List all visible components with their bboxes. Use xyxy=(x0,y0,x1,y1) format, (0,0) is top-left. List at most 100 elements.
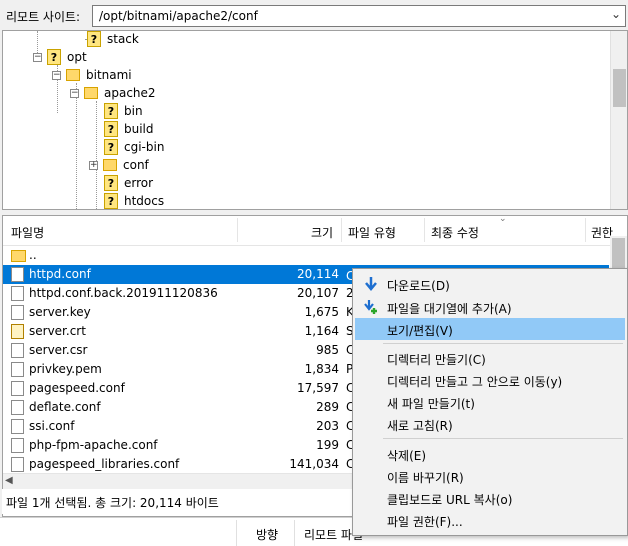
file-name: php-fpm-apache.conf xyxy=(29,438,158,452)
scroll-left-icon[interactable]: ◀ xyxy=(5,475,13,486)
file-icon xyxy=(11,362,24,377)
menu-item-refresh[interactable]: 새로 고침(R) xyxy=(355,413,625,435)
file-row[interactable]: .. xyxy=(3,246,609,265)
file-icon xyxy=(11,400,24,415)
question-folder-icon: ? xyxy=(104,139,118,155)
tree-item-htdocs[interactable]: ? htdocs xyxy=(104,192,165,209)
menu-item-delete[interactable]: 삭제(E) xyxy=(355,443,625,465)
tree-item-label: stack xyxy=(107,32,139,46)
file-size: 203 xyxy=(316,419,339,433)
menu-item-add-to-queue[interactable]: 파일을 대기열에 추가(A) xyxy=(355,296,625,318)
column-header-name[interactable]: 파일명 xyxy=(11,224,44,241)
collapse-icon[interactable]: − xyxy=(52,70,61,80)
tree-item-error[interactable]: ? error xyxy=(104,174,153,192)
tree-item-label: build xyxy=(124,122,154,136)
menu-separator xyxy=(383,438,623,439)
file-name: pagespeed_libraries.conf xyxy=(29,457,180,471)
tree-item-label: opt xyxy=(67,50,87,64)
tree-item-label: error xyxy=(124,176,154,190)
menu-item-file-permissions[interactable]: 파일 권한(F)... xyxy=(355,509,625,531)
file-icon xyxy=(11,457,24,472)
tree-item-label: conf xyxy=(123,158,149,172)
question-folder-icon: ? xyxy=(104,175,118,191)
tree-item-build[interactable]: ? build xyxy=(104,120,154,138)
collapse-icon[interactable]: − xyxy=(70,88,79,98)
folder-icon xyxy=(66,69,80,81)
menu-item-copy-url[interactable]: 클립보드로 URL 복사(o) xyxy=(355,487,625,509)
scrollbar-thumb[interactable] xyxy=(613,69,626,107)
file-name: ssi.conf xyxy=(29,419,75,433)
question-folder-icon: ? xyxy=(104,121,118,137)
menu-item-create-file[interactable]: 새 파일 만들기(t) xyxy=(355,391,625,413)
file-icon xyxy=(11,419,24,434)
download-icon xyxy=(365,277,377,291)
question-folder-icon: ? xyxy=(104,193,118,209)
file-icon xyxy=(11,381,24,396)
file-icon xyxy=(11,305,24,320)
file-size: 1,834 xyxy=(304,362,339,376)
menu-item-rename[interactable]: 이름 바꾸기(R) xyxy=(355,465,625,487)
expand-icon[interactable]: + xyxy=(89,160,98,170)
tree-vertical-scrollbar[interactable] xyxy=(610,31,627,209)
tree-item-opt[interactable]: − ? opt xyxy=(33,48,87,66)
remote-site-label: 리모트 사이트: xyxy=(6,10,81,24)
parent-folder-icon xyxy=(11,250,26,262)
file-size: 985 xyxy=(316,343,339,357)
menu-item-create-directory-and-enter[interactable]: 디렉터리 만들고 그 안으로 이동(y) xyxy=(355,369,625,391)
context-menu: 다운로드(D) 파일을 대기열에 추가(A) 보기/편집(V) 디렉터리 만들기… xyxy=(352,268,628,536)
tree-item-stack[interactable]: ? stack xyxy=(87,31,139,48)
queue-column-direction[interactable]: 방향 xyxy=(256,526,278,543)
menu-item-download[interactable]: 다운로드(D) xyxy=(355,273,625,295)
menu-item-create-directory[interactable]: 디렉터리 만들기(C) xyxy=(355,347,625,369)
column-header-size[interactable]: 크기 xyxy=(311,224,333,241)
tree-item-label: cgi-bin xyxy=(124,140,165,154)
file-name: pagespeed.conf xyxy=(29,381,125,395)
file-name: .. xyxy=(29,248,37,262)
collapse-icon[interactable]: − xyxy=(33,52,42,62)
menu-item-view-edit[interactable]: 보기/편집(V) xyxy=(355,318,625,340)
remote-path-value[interactable]: /opt/bitnami/apache2/conf xyxy=(99,9,258,23)
tree-item-label: bitnami xyxy=(86,68,132,82)
remote-site-bar: 리모트 사이트: /opt/bitnami/apache2/conf ⌄ xyxy=(0,0,628,30)
file-name: server.csr xyxy=(29,343,88,357)
tree-item-bin[interactable]: ? bin xyxy=(104,102,143,120)
file-size: 20,114 xyxy=(297,267,339,281)
add-queue-icon xyxy=(364,300,377,314)
question-folder-icon: ? xyxy=(87,31,101,47)
folder-icon xyxy=(103,159,117,171)
file-name: server.key xyxy=(29,305,91,319)
selection-status-text: 파일 1개 선택됨. 총 크기: 20,114 바이트 xyxy=(6,496,219,510)
file-icon xyxy=(11,438,24,453)
file-name: server.crt xyxy=(29,324,86,338)
file-name: deflate.conf xyxy=(29,400,101,414)
question-folder-icon: ? xyxy=(104,103,118,119)
tree-item-apache2[interactable]: − apache2 xyxy=(70,84,156,102)
file-size: 199 xyxy=(316,438,339,452)
tree-item-bitnami[interactable]: − bitnami xyxy=(52,66,132,84)
chevron-down-icon[interactable]: ⌄ xyxy=(611,7,621,21)
file-list-horizontal-scrollbar[interactable]: ◀ xyxy=(3,473,363,490)
folder-open-icon xyxy=(84,87,98,99)
file-size: 17,597 xyxy=(297,381,339,395)
file-name: httpd.conf.back.201911120836 xyxy=(29,286,218,300)
certificate-file-icon xyxy=(11,324,24,339)
file-name: privkey.pem xyxy=(29,362,102,376)
tree-item-conf[interactable]: + conf xyxy=(89,156,149,174)
file-icon xyxy=(11,267,24,282)
file-size: 20,107 xyxy=(297,286,339,300)
question-folder-icon: ? xyxy=(47,49,61,65)
file-size: 1,164 xyxy=(304,324,339,338)
file-icon xyxy=(11,286,24,301)
tree-item-cgi-bin[interactable]: ? cgi-bin xyxy=(104,138,164,156)
file-name: httpd.conf xyxy=(29,267,91,281)
remote-path-combobox[interactable]: /opt/bitnami/apache2/conf ⌄ xyxy=(92,5,626,27)
remote-directory-tree[interactable]: ? stack − ? opt − bitnami − apache2 ? bi… xyxy=(2,30,628,210)
file-size: 141,034 xyxy=(289,457,339,471)
column-header-type[interactable]: 파일 유형 xyxy=(348,224,396,241)
tree-item-label: bin xyxy=(124,104,143,118)
tree-item-label: htdocs xyxy=(124,194,165,208)
column-header-modified[interactable]: 최종 수정 xyxy=(431,224,479,241)
file-size: 1,675 xyxy=(304,305,339,319)
file-list-header: 파일명 크기 파일 유형 최종 수정 ⌄ 권한 xyxy=(3,216,627,246)
menu-separator xyxy=(383,343,623,344)
